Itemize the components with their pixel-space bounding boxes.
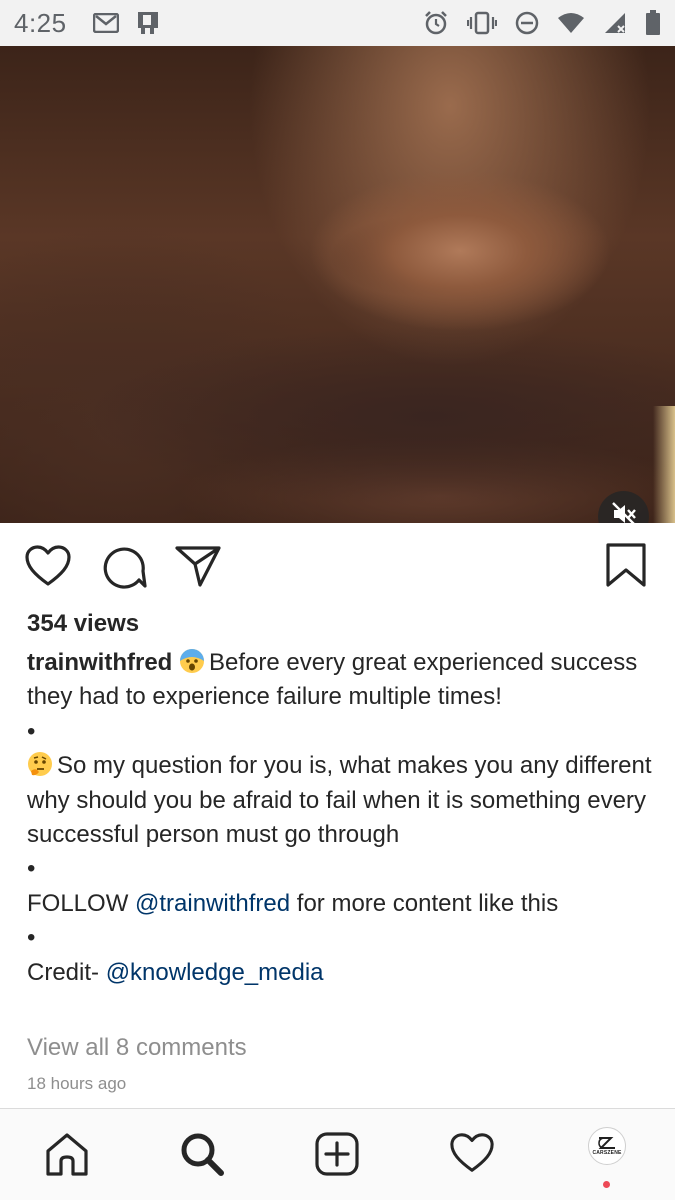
caption-bullet-1: • [27,717,36,745]
thinking-face-emoji-icon [28,752,52,777]
view-count[interactable]: 354 views [27,610,139,638]
status-time: 4:25 [14,7,67,38]
comment-icon[interactable] [100,544,148,595]
post-video[interactable] [0,46,675,523]
profile-logo-text: CARSZENE [592,1150,622,1156]
bookmark-icon[interactable] [604,542,648,593]
status-bar: 4:25 [0,0,675,46]
caption-follow-suffix: for more content like this [290,889,559,917]
mention-knowledge-media[interactable]: @knowledge_media [106,959,324,986]
search-icon[interactable] [179,1131,225,1182]
signal-icon [603,11,627,35]
post-timestamp: 18 hours ago [27,1074,127,1093]
volume-off-icon [610,500,638,523]
caption-username[interactable]: trainwithfred [27,649,172,676]
mention-trainwithfred[interactable]: @trainwithfred [135,890,290,917]
caption-follow-prefix: FOLLOW [27,889,136,917]
mute-button[interactable] [598,491,649,523]
profile-avatar[interactable]: CARSZENE [588,1127,626,1165]
post-caption: trainwithfred Before every great experie… [27,646,657,990]
heart-activity-icon[interactable] [449,1131,495,1180]
gmail-icon [92,13,119,33]
home-icon[interactable] [44,1131,90,1182]
media-edge-highlight [653,406,675,523]
do-not-disturb-icon [515,11,539,35]
heart-icon[interactable] [24,544,72,593]
vibrate-icon [467,11,497,35]
post-action-bar [0,540,675,596]
anxious-face-emoji-icon [180,649,205,673]
caption-text-2: So my question for you is, what makes yo… [27,752,652,849]
caption-credit-prefix: Credit- [27,958,106,986]
caption-bullet-2: • [27,855,36,883]
bottom-navigation: CARSZENE [0,1108,675,1200]
alarm-icon [423,10,449,36]
notification-app-icon [135,10,161,36]
battery-icon [645,10,661,36]
share-icon[interactable] [174,544,222,593]
view-all-comments-link[interactable]: View all 8 comments [27,1034,247,1062]
carszene-logo-icon [598,1137,615,1149]
notification-dot [603,1181,610,1188]
caption-bullet-3: • [27,924,36,952]
add-post-icon[interactable] [314,1131,360,1182]
wifi-icon [557,12,585,34]
